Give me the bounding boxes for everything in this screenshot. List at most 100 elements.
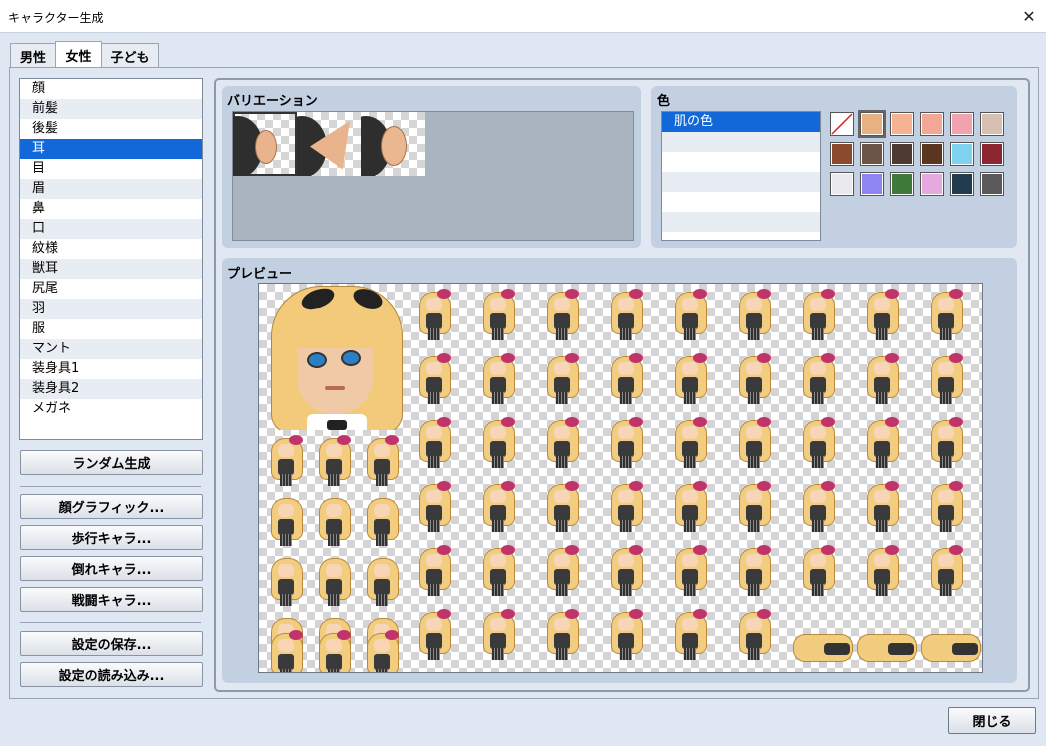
color-swatch-none[interactable]: [830, 112, 854, 136]
character-sprite: [863, 544, 901, 598]
divider: [20, 622, 201, 623]
down-sprite: [921, 634, 981, 662]
down-sprite: [857, 634, 917, 662]
list-item: [662, 212, 820, 232]
character-sprite: [479, 288, 517, 342]
character-sprite: [735, 608, 773, 662]
character-sprite: [315, 494, 353, 548]
close-button[interactable]: 閉じる: [948, 707, 1036, 734]
character-sprite: [315, 434, 353, 488]
random-generate-button[interactable]: ランダム生成: [20, 450, 203, 475]
tab-female[interactable]: 女性: [55, 41, 102, 68]
parts-list-item[interactable]: 顔: [20, 79, 202, 99]
variation-tile-3[interactable]: [361, 112, 425, 176]
save-settings-button[interactable]: 設定の保存...: [20, 631, 203, 656]
color-swatch[interactable]: [830, 142, 854, 166]
character-sprite: [363, 434, 401, 488]
character-sprite: [927, 352, 965, 406]
character-sprite: [863, 480, 901, 534]
parts-list-item[interactable]: 尻尾: [20, 279, 202, 299]
parts-list-item[interactable]: 眉: [20, 179, 202, 199]
parts-list-item[interactable]: 鼻: [20, 199, 202, 219]
color-swatch[interactable]: [858, 110, 886, 138]
character-sprite: [415, 416, 453, 470]
variation-label: バリエーション: [227, 94, 318, 109]
character-sprite: [363, 554, 401, 608]
face-portrait: [267, 286, 403, 430]
color-swatch[interactable]: [950, 172, 974, 196]
color-swatch[interactable]: [920, 112, 944, 136]
color-swatch[interactable]: [950, 142, 974, 166]
parts-list-item[interactable]: 後髪: [20, 119, 202, 139]
parts-list-item[interactable]: 獣耳: [20, 259, 202, 279]
character-sprite: [543, 544, 581, 598]
tab-child[interactable]: 子ども: [101, 43, 159, 68]
color-swatch[interactable]: [980, 112, 1004, 136]
parts-list-item[interactable]: 耳: [20, 139, 202, 159]
parts-list-item[interactable]: 口: [20, 219, 202, 239]
color-swatch[interactable]: [980, 172, 1004, 196]
character-sprite: [671, 544, 709, 598]
color-swatch[interactable]: [860, 142, 884, 166]
character-sprite: [863, 416, 901, 470]
color-swatch[interactable]: [890, 142, 914, 166]
character-sprite: [543, 608, 581, 662]
variation-tile-2[interactable]: [297, 112, 361, 176]
color-target-list[interactable]: 肌の色: [661, 111, 821, 241]
face-graphic-button[interactable]: 顔グラフィック...: [20, 494, 203, 519]
character-sprite: [927, 480, 965, 534]
character-sprite: [799, 416, 837, 470]
character-sprite: [671, 608, 709, 662]
character-sprite: [479, 352, 517, 406]
parts-list-item[interactable]: 装身具1: [20, 359, 202, 379]
parts-list-item[interactable]: 目: [20, 159, 202, 179]
character-sprite: [543, 416, 581, 470]
title-bar: キャラクター生成 ✕: [0, 0, 1046, 33]
list-item: [662, 172, 820, 192]
walk-character-button[interactable]: 歩行キャラ...: [20, 525, 203, 550]
character-sprite: [543, 352, 581, 406]
load-settings-button[interactable]: 設定の読み込み...: [20, 662, 203, 687]
character-sprite: [735, 544, 773, 598]
list-item: [662, 132, 820, 152]
color-swatch[interactable]: [890, 112, 914, 136]
variation-tile-1[interactable]: [233, 112, 297, 176]
character-sprite: [363, 629, 401, 672]
parts-list-item[interactable]: 羽: [20, 299, 202, 319]
character-sprite: [479, 608, 517, 662]
down-character-button[interactable]: 倒れキャラ...: [20, 556, 203, 581]
color-swatch[interactable]: [890, 172, 914, 196]
character-sprite: [479, 544, 517, 598]
character-sprite: [415, 352, 453, 406]
parts-list-item[interactable]: メガネ: [20, 399, 202, 419]
character-sprite: [671, 288, 709, 342]
parts-list-item[interactable]: 服: [20, 319, 202, 339]
character-sprite: [543, 480, 581, 534]
character-sprite: [607, 416, 645, 470]
preview-image: [258, 283, 983, 673]
color-swatch[interactable]: [830, 172, 854, 196]
color-swatch[interactable]: [860, 172, 884, 196]
parts-list-item[interactable]: マント: [20, 339, 202, 359]
character-sprite: [735, 288, 773, 342]
character-sprite: [363, 494, 401, 548]
character-sprite: [863, 288, 901, 342]
character-sprite: [315, 629, 353, 672]
color-target-skin[interactable]: 肌の色: [662, 112, 820, 132]
character-sprite: [799, 352, 837, 406]
preview-label: プレビュー: [227, 267, 293, 282]
color-swatch[interactable]: [950, 112, 974, 136]
tab-male[interactable]: 男性: [10, 43, 56, 68]
color-swatch[interactable]: [920, 172, 944, 196]
close-icon[interactable]: ✕: [1012, 0, 1046, 32]
color-swatch[interactable]: [980, 142, 1004, 166]
parts-list-item[interactable]: 紋様: [20, 239, 202, 259]
parts-list[interactable]: 顔前髪 後髪耳目眉鼻口紋様 獣耳 尻尾羽服マント 装身具1 装身具2 メガネ: [19, 78, 203, 440]
list-item: [662, 192, 820, 212]
battle-character-button[interactable]: 戦闘キャラ...: [20, 587, 203, 612]
parts-list-item[interactable]: 装身具2: [20, 379, 202, 399]
parts-list-item[interactable]: 前髪: [20, 99, 202, 119]
color-swatch[interactable]: [920, 142, 944, 166]
character-sprite: [415, 608, 453, 662]
character-sprite: [671, 480, 709, 534]
